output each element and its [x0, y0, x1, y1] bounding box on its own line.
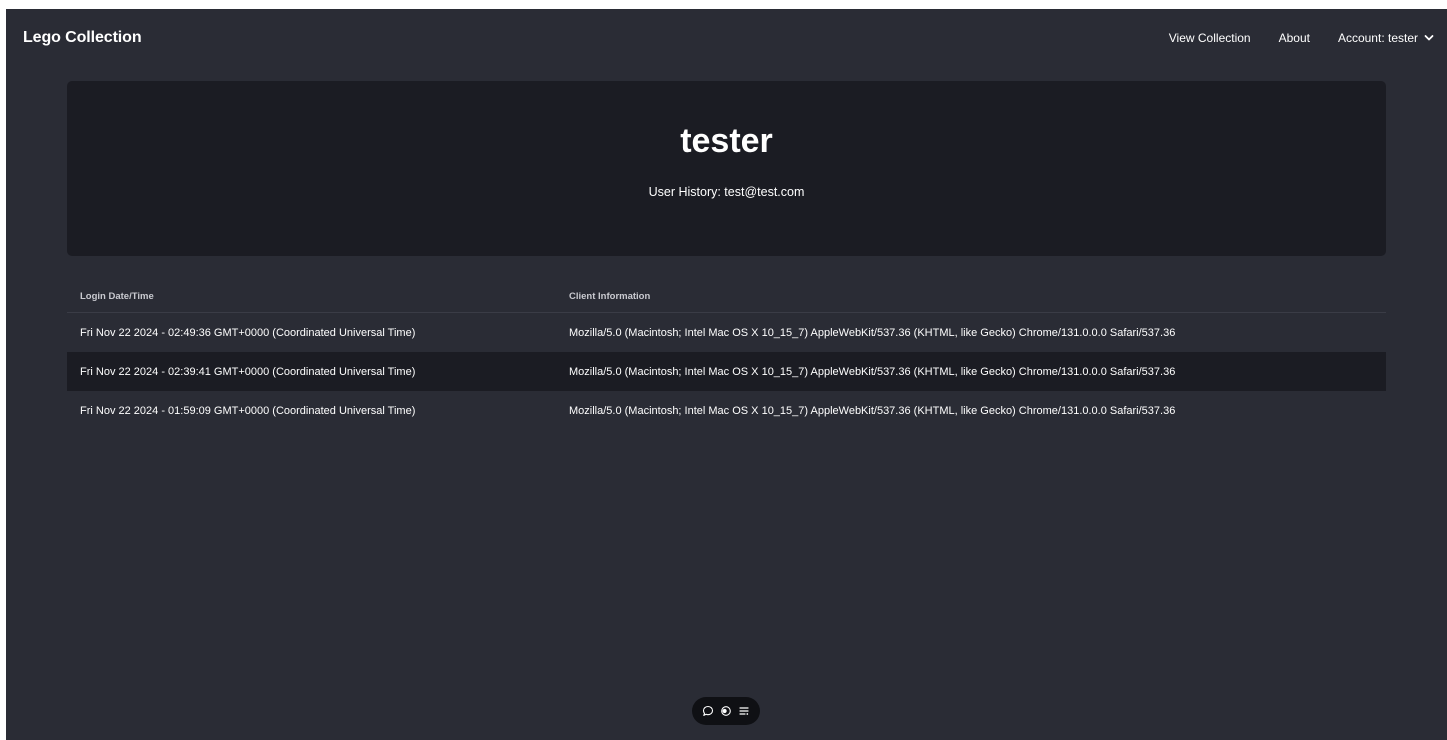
column-header-login-date: Login Date/Time	[67, 280, 556, 313]
nav-links: View Collection About Account: tester	[1141, 31, 1434, 45]
page-subtitle: User History: test@test.com	[648, 185, 805, 199]
app-window: Lego Collection View Collection About Ac…	[6, 9, 1447, 740]
table-header: Login Date/Time Client Information	[67, 280, 1386, 313]
chevron-down-icon	[1424, 33, 1434, 43]
profile-header: tester User History: test@test.com	[67, 81, 1386, 256]
comment-icon[interactable]	[702, 705, 714, 717]
client-info-cell: Mozilla/5.0 (Macintosh; Intel Mac OS X 1…	[556, 352, 1386, 391]
table-body: Fri Nov 22 2024 - 02:49:36 GMT+0000 (Coo…	[67, 313, 1386, 431]
brand-logo-link[interactable]: Lego Collection	[23, 29, 142, 47]
navbar: Lego Collection View Collection About Ac…	[6, 9, 1447, 67]
login-history-table: Login Date/Time Client Information Fri N…	[67, 280, 1386, 430]
table-header-row: Login Date/Time Client Information	[67, 280, 1386, 313]
login-date-cell: Fri Nov 22 2024 - 01:59:09 GMT+0000 (Coo…	[80, 404, 416, 417]
nav-about-link[interactable]: About	[1279, 31, 1310, 45]
floating-toolbar	[692, 697, 760, 725]
toggle-icon[interactable]	[720, 705, 732, 717]
client-info-cell: Mozilla/5.0 (Macintosh; Intel Mac OS X 1…	[569, 404, 1176, 417]
table-row: Fri Nov 22 2024 - 02:49:36 GMT+0000 (Coo…	[67, 313, 1386, 353]
column-header-client-info: Client Information	[556, 280, 1386, 313]
page-title: tester	[680, 122, 773, 160]
account-dropdown-label: Account: tester	[1337, 31, 1418, 45]
account-dropdown[interactable]: Account: tester	[1338, 31, 1434, 45]
table-row: Fri Nov 22 2024 - 02:39:41 GMT+0000 (Coo…	[67, 352, 1386, 391]
login-date-cell: Fri Nov 22 2024 - 02:49:36 GMT+0000 (Coo…	[80, 326, 416, 339]
login-date-cell: Fri Nov 22 2024 - 02:39:41 GMT+0000 (Coo…	[67, 352, 556, 391]
client-info-cell: Mozilla/5.0 (Macintosh; Intel Mac OS X 1…	[569, 326, 1176, 339]
nav-view-collection-link[interactable]: View Collection	[1169, 31, 1251, 45]
menu-lines-icon[interactable]	[738, 705, 750, 717]
table-row: Fri Nov 22 2024 - 01:59:09 GMT+0000 (Coo…	[67, 391, 1386, 430]
